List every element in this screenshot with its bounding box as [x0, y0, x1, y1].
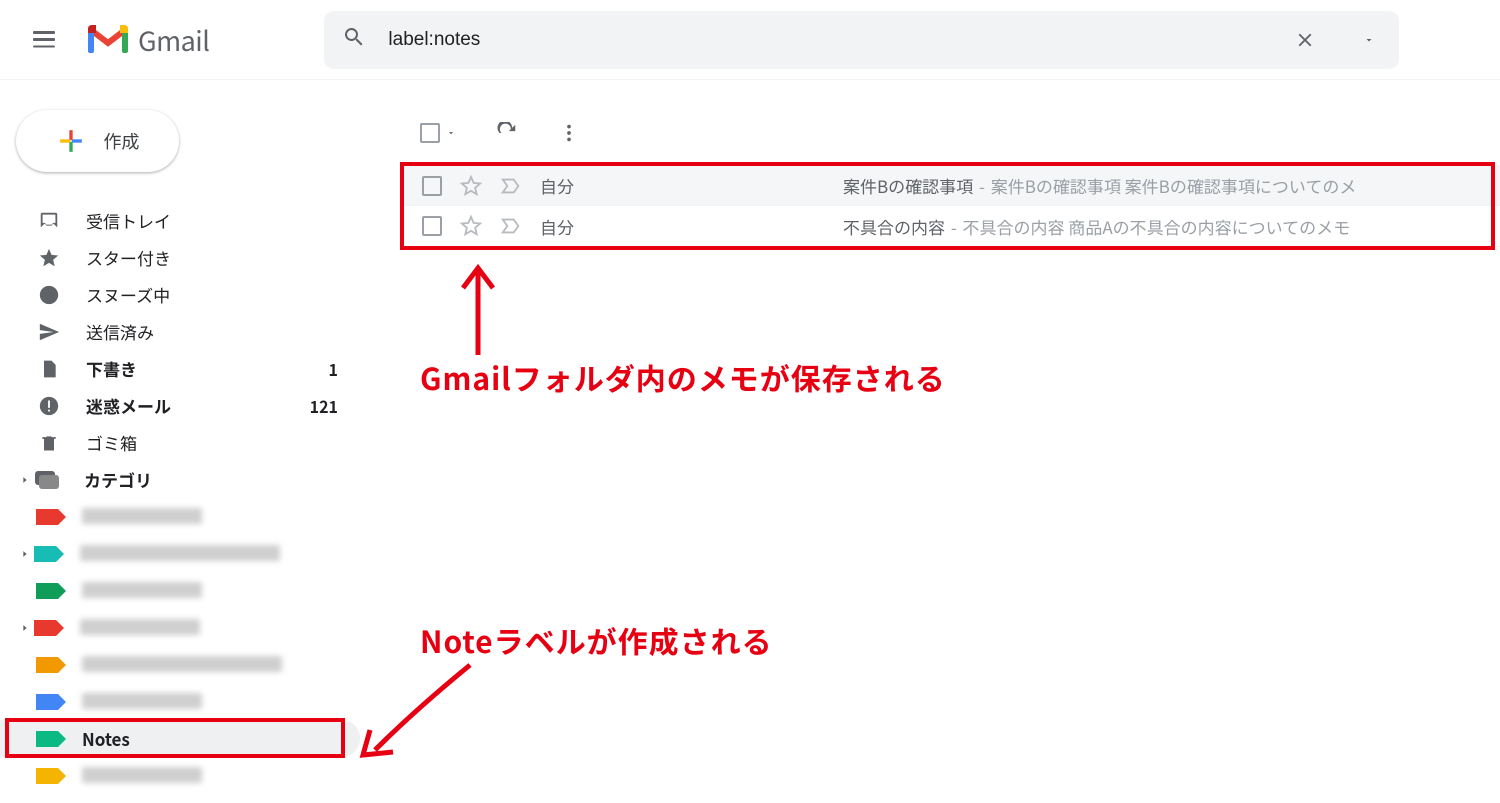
refresh-icon	[496, 122, 518, 144]
expand-caret-icon[interactable]	[16, 549, 34, 559]
header: Gmail	[0, 0, 1500, 80]
send-icon	[36, 321, 62, 343]
mail-snippet: 不具合の内容 商品Aの不具合の内容についてのメモ	[963, 214, 1351, 239]
inbox-icon	[36, 210, 62, 232]
more-vert-icon	[558, 122, 580, 144]
nav-spam[interactable]: 迷惑メール 121	[0, 387, 360, 424]
star-icon	[36, 247, 62, 269]
nav-label-blurred-2[interactable]	[0, 535, 360, 572]
annotation-text: Gmailフォルダ内のメモが保存される	[420, 355, 946, 399]
nav-count: 1	[329, 357, 338, 381]
nav-label-blurred-5[interactable]	[0, 646, 360, 683]
nav-label-notes[interactable]: Notes	[0, 720, 360, 757]
trash-icon	[36, 432, 62, 454]
row-checkbox[interactable]	[422, 176, 442, 196]
clock-icon	[36, 284, 62, 306]
search-bar[interactable]	[324, 11, 1399, 69]
mail-list: 自分 案件Bの確認事項 - 案件Bの確認事項 案件Bの確認事項についてのメ 自分…	[400, 165, 1500, 247]
blurred-label	[82, 508, 202, 524]
nav-label: 迷惑メール	[86, 393, 171, 418]
mail-subject: 不具合の内容	[843, 214, 945, 239]
hamburger-icon	[33, 38, 55, 41]
category-icon	[34, 471, 60, 489]
nav-label-blurred-1[interactable]	[0, 498, 360, 535]
gmail-logo[interactable]: Gmail	[88, 20, 209, 59]
search-icon[interactable]	[342, 25, 366, 54]
nav-label: スヌーズ中	[86, 282, 170, 307]
label-icon	[36, 731, 58, 747]
plus-icon	[56, 126, 86, 156]
blurred-label	[82, 582, 202, 598]
nav-snoozed[interactable]: スヌーズ中	[0, 276, 360, 313]
gmail-logo-icon	[88, 25, 128, 55]
nav-label-blurred-7[interactable]	[0, 757, 360, 794]
file-icon	[36, 358, 62, 380]
nav-count: 121	[310, 394, 338, 418]
nav-starred[interactable]: スター付き	[0, 239, 360, 276]
annotation-text: Noteラベルが作成される	[420, 618, 773, 662]
more-button[interactable]	[558, 122, 580, 144]
mail-subject: 案件Bの確認事項	[843, 173, 973, 198]
nav-label: スター付き	[86, 245, 171, 270]
nav-sent[interactable]: 送信済み	[0, 313, 360, 350]
sidebar: 作成 受信トレイ スター付き スヌーズ中 送信済み	[0, 100, 360, 794]
select-all-checkbox[interactable]	[420, 123, 456, 143]
clear-search-icon[interactable]	[1293, 28, 1317, 52]
label-icon	[36, 768, 58, 784]
caret-down-icon[interactable]	[446, 128, 456, 138]
label-icon	[34, 620, 56, 636]
label-icon	[36, 694, 58, 710]
nav-label-blurred-3[interactable]	[0, 572, 360, 609]
blurred-label	[82, 767, 202, 783]
expand-caret-icon[interactable]	[16, 475, 34, 485]
mail-sender: 自分	[540, 173, 825, 198]
mail-sender: 自分	[540, 214, 825, 239]
label-icon	[36, 509, 58, 525]
nav-drafts[interactable]: 下書き 1	[0, 350, 360, 387]
blurred-label	[82, 693, 202, 709]
row-checkbox[interactable]	[422, 216, 442, 236]
star-outline-icon[interactable]	[460, 215, 482, 237]
mail-row[interactable]: 自分 案件Bの確認事項 - 案件Bの確認事項 案件Bの確認事項についてのメ	[400, 165, 1500, 206]
blurred-label	[80, 619, 200, 635]
spam-icon	[36, 395, 62, 417]
main-pane: 自分 案件Bの確認事項 - 案件Bの確認事項 案件Bの確認事項についてのメ 自分…	[400, 100, 1500, 247]
nav-label: Notes	[82, 726, 130, 751]
gmail-logo-text: Gmail	[138, 20, 209, 59]
refresh-button[interactable]	[496, 122, 518, 144]
search-input[interactable]	[388, 29, 1293, 51]
annotation-arrow-icon	[355, 655, 485, 775]
nav-list: 受信トレイ スター付き スヌーズ中 送信済み 下書き 1	[0, 202, 360, 794]
nav-label-blurred-6[interactable]	[0, 683, 360, 720]
star-outline-icon[interactable]	[460, 175, 482, 197]
expand-caret-icon[interactable]	[16, 623, 34, 633]
nav-label: 受信トレイ	[86, 208, 171, 233]
importance-icon[interactable]	[500, 215, 522, 237]
importance-icon[interactable]	[500, 175, 522, 197]
label-icon	[34, 546, 56, 562]
label-icon	[36, 657, 58, 673]
label-icon	[36, 583, 58, 599]
annotation-arrow-icon	[458, 260, 498, 360]
compose-button[interactable]: 作成	[16, 110, 179, 172]
nav-categories[interactable]: カテゴリ	[0, 461, 360, 498]
nav-label: 下書き	[86, 356, 137, 381]
nav-label-blurred-4[interactable]	[0, 609, 360, 646]
blurred-label	[82, 656, 282, 672]
nav-label: カテゴリ	[84, 467, 152, 492]
nav-label: 送信済み	[86, 319, 154, 344]
mail-toolbar	[400, 100, 1500, 165]
compose-label: 作成	[104, 128, 140, 154]
search-options-icon[interactable]	[1357, 28, 1381, 52]
main-menu-button[interactable]	[20, 16, 68, 64]
nav-inbox[interactable]: 受信トレイ	[0, 202, 360, 239]
nav-trash[interactable]: ゴミ箱	[0, 424, 360, 461]
nav-label: ゴミ箱	[86, 430, 137, 455]
mail-snippet: 案件Bの確認事項 案件Bの確認事項についてのメ	[991, 173, 1357, 198]
mail-row[interactable]: 自分 不具合の内容 - 不具合の内容 商品Aの不具合の内容についてのメモ	[400, 206, 1500, 247]
blurred-label	[80, 545, 280, 561]
